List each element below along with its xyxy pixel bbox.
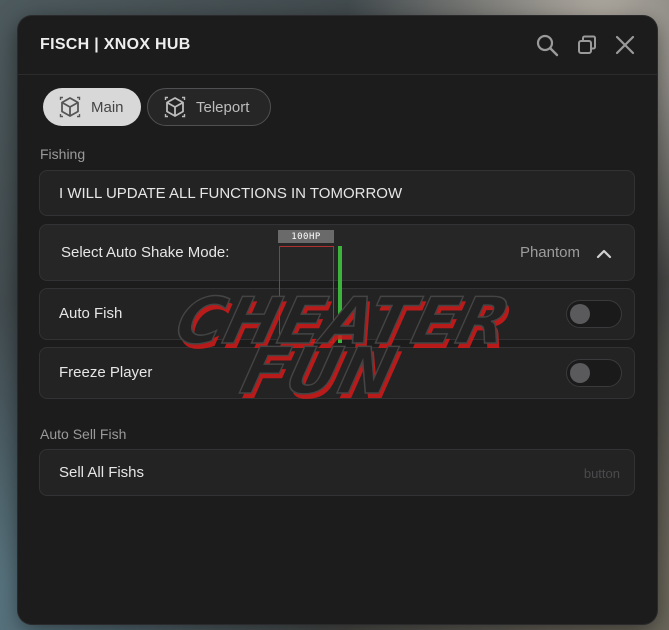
chevron-up-icon[interactable] (596, 246, 612, 262)
toggle-knob (570, 363, 590, 383)
freeze-player-toggle[interactable] (566, 359, 622, 387)
hp-bar (338, 246, 342, 343)
sell-all-label: Sell All Fishs (59, 464, 145, 481)
restore-icon[interactable] (574, 32, 600, 58)
tab-main[interactable]: Main (43, 88, 141, 126)
notice-row: I WILL UPDATE ALL FUNCTIONS IN TOMORROW (39, 170, 635, 216)
auto-fish-row: Auto Fish (39, 288, 635, 340)
section-fishing-label: Fishing (40, 146, 86, 162)
tab-teleport[interactable]: Teleport (147, 88, 271, 126)
shake-mode-dropdown[interactable]: Select Auto Shake Mode: Phantom (39, 224, 635, 281)
freeze-player-label: Freeze Player (59, 364, 153, 381)
notice-text: I WILL UPDATE ALL FUNCTIONS IN TOMORROW (59, 185, 403, 202)
freeze-player-row: Freeze Player (39, 347, 635, 399)
toggle-knob (570, 304, 590, 324)
shake-mode-value: Phantom (519, 244, 580, 261)
tab-teleport-label: Teleport (196, 98, 250, 116)
sell-all-hint: button (583, 466, 620, 481)
title-bar: FISCH | XNOX HUB (18, 16, 657, 75)
window-title: FISCH | XNOX HUB (40, 36, 191, 53)
cube-icon (59, 96, 81, 118)
esp-box (279, 246, 334, 343)
shake-mode-label: Select Auto Shake Mode: (61, 244, 230, 261)
auto-fish-label: Auto Fish (59, 305, 123, 322)
tab-main-label: Main (91, 98, 124, 116)
close-icon[interactable] (612, 32, 638, 58)
section-auto-sell-label: Auto Sell Fish (40, 426, 127, 442)
search-icon[interactable] (534, 32, 560, 58)
cube-icon (164, 96, 186, 118)
hp-tag: 100HP (278, 230, 334, 243)
sell-all-button[interactable]: Sell All Fishs button (39, 449, 635, 496)
auto-fish-toggle[interactable] (566, 300, 622, 328)
